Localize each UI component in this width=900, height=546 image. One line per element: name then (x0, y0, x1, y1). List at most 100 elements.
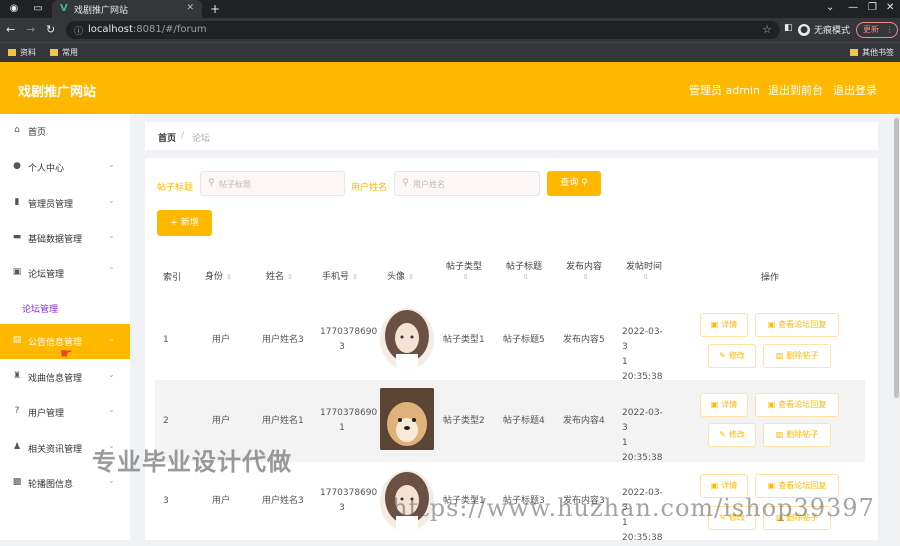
sidepanel-icon[interactable]: ◧ (784, 23, 793, 33)
sidebar-item-label: 轮播图信息 (28, 480, 74, 490)
search-icon: ⚲ (581, 178, 588, 188)
col-post-time[interactable]: 发帖时间 ⇳ (626, 259, 662, 282)
cell-role: 用户 (212, 335, 231, 345)
sidebar-item-label: 首页 (28, 128, 47, 138)
col-actions: 操作 (761, 273, 780, 283)
breadcrumb: 首页 / 论坛 (145, 122, 878, 150)
avatar-image (380, 308, 434, 370)
globe-icon[interactable]: ◉ (8, 3, 20, 15)
person-icon: ♟ (12, 442, 22, 452)
app-title: 戏剧推广网站 (18, 85, 97, 100)
search-icon: ⚲ (402, 178, 409, 188)
sidebar-item-profile[interactable]: ● 个人中心 ⌄ (0, 150, 130, 185)
sidebar-item-opera[interactable]: ♜ 戏曲信息管理 ⌄ (0, 360, 130, 395)
user-name-input[interactable]: ⚲ 用户姓名 (394, 171, 540, 196)
chevron-down-icon[interactable]: ⌄ (826, 2, 834, 13)
bag-icon: ▩ (12, 477, 22, 487)
col-post-type[interactable]: 帖子类型 ⇳ (446, 259, 482, 282)
edit-icon: ▣ (710, 481, 719, 490)
bookmarks-bar: 资料 常用 其他书签 (0, 42, 900, 62)
col-phone[interactable]: 手机号 ⇳ (322, 269, 358, 282)
submenu-forum-manage[interactable]: 论坛管理 (0, 298, 130, 318)
page-scrollbar[interactable] (893, 114, 900, 540)
sidebar-item-label: 戏曲信息管理 (28, 374, 83, 384)
view-replies-button[interactable]: ▣ 查看论坛回复 (755, 313, 839, 337)
plus-icon: + (170, 218, 178, 228)
folder-icon (850, 49, 858, 56)
cell-type: 帖子类型2 (443, 416, 485, 426)
new-tab-icon[interactable]: + (210, 2, 220, 16)
trophy-icon: ♜ (12, 371, 22, 381)
bookmark-star-icon[interactable]: ☆ (762, 23, 772, 36)
close-tab-icon[interactable]: ✕ (186, 3, 194, 13)
view-replies-button[interactable]: ▣ 查看论坛回复 (755, 393, 839, 417)
cell-title: 帖子标题4 (503, 416, 545, 426)
chevron-down-icon: ⌄ (108, 196, 115, 205)
cell-type: 帖子类型1 (443, 335, 485, 345)
maximize-icon[interactable]: ❐ (868, 2, 877, 13)
col-content[interactable]: 发布内容 ⇳ (566, 259, 602, 282)
app-header: 戏剧推广网站 管理员 admin 退出到前台 退出登录 (0, 62, 900, 114)
sort-icon: ⇳ (287, 273, 293, 281)
submenu-label: 论坛管理 (22, 305, 59, 315)
back-icon[interactable]: ← (6, 23, 15, 36)
update-button[interactable]: 更新 ⋮ (856, 22, 898, 38)
admin-label: 管理员 admin (689, 84, 760, 97)
minimize-icon[interactable]: — (848, 2, 858, 13)
bookmark-folder-2[interactable]: 常用 (50, 47, 78, 58)
add-button[interactable]: + 新增 (157, 210, 212, 236)
reload-icon[interactable]: ↻ (46, 23, 55, 36)
edit-icon: ▣ (710, 320, 719, 329)
col-avatar[interactable]: 头像 ⇳ (387, 269, 414, 282)
monitor-icon: ▬ (12, 232, 22, 242)
profile-label[interactable]: 无痕模式 (814, 23, 850, 36)
sort-icon: ⇳ (642, 273, 649, 281)
add-label: 新增 (180, 218, 199, 228)
forum-icon: ▣ (12, 267, 22, 277)
sidebar-item-admin[interactable]: ▮ 管理员管理 ⌄ (0, 186, 130, 221)
bookmark-folder-1[interactable]: 资料 (8, 47, 36, 58)
trash-icon: ▥ (775, 351, 784, 360)
scrollbar-thumb[interactable] (894, 118, 899, 398)
delete-button[interactable]: ▥ 删除帖子 (763, 344, 831, 368)
cell-index: 2 (163, 416, 169, 426)
edit-icon: ▣ (767, 481, 776, 490)
chevron-down-icon: ⌄ (108, 160, 115, 169)
col-role[interactable]: 身份 ⇳ (205, 269, 232, 282)
cell-title: 帖子标题5 (503, 335, 545, 345)
sort-icon: ⇳ (226, 273, 232, 281)
query-button[interactable]: 查询 ⚲ (547, 171, 601, 196)
close-window-icon[interactable]: ✕ (886, 2, 894, 13)
cell-phone: 1770378690 3 (320, 488, 378, 513)
detail-button[interactable]: ▣ 详情 (700, 393, 748, 417)
logout-link[interactable]: 退出登录 (833, 82, 877, 98)
cell-role: 用户 (212, 416, 231, 426)
user-name-label: 用户姓名 (351, 183, 388, 193)
back-to-front-link[interactable]: 退出到前台 (768, 82, 823, 98)
sidebar-item-basedata[interactable]: ▬ 基础数据管理 ⌄ (0, 221, 130, 256)
detail-button[interactable]: ▣ 详情 (700, 313, 748, 337)
other-bookmarks[interactable]: 其他书签 (850, 47, 894, 58)
col-name[interactable]: 姓名 ⇳ (266, 269, 293, 282)
sidebar-item-label: 管理员管理 (28, 200, 74, 210)
edit-icon: ▣ (767, 400, 776, 409)
sidebar-item-label: 基础数据管理 (28, 235, 83, 245)
window-icon[interactable]: ▭ (32, 3, 44, 15)
cell-content: 发布内容4 (563, 416, 605, 426)
delete-button[interactable]: ▥ 删除帖子 (763, 423, 831, 447)
sidebar-item-home[interactable]: ⌂ 首页 (0, 114, 130, 149)
forward-icon[interactable]: → (26, 23, 35, 36)
col-post-title[interactable]: 帖子标题 ⇳ (506, 259, 542, 282)
edit-button[interactable]: ✎ 修改 (708, 344, 756, 368)
post-title-input[interactable]: ⚲ 帖子标题 (200, 171, 345, 196)
breadcrumb-home[interactable]: 首页 (158, 131, 176, 144)
folder-icon (8, 49, 16, 56)
info-icon[interactable]: ⓘ (74, 24, 83, 37)
browser-navbar: ← → ↻ ⓘ localhost:8081/#/forum ☆ ◧ ● 无痕模… (0, 18, 900, 42)
browser-tab[interactable]: V 戏剧推广网站 ✕ (52, 0, 202, 18)
address-bar[interactable]: ⓘ localhost:8081/#/forum ☆ (66, 21, 780, 39)
edit-button[interactable]: ✎ 修改 (708, 423, 756, 447)
sidebar-item-users[interactable]: ? 用户管理 ⌄ (0, 395, 130, 430)
sidebar-item-forum[interactable]: ▣ 论坛管理 ⌃ (0, 256, 130, 291)
placeholder-text: 帖子标题 (219, 180, 251, 189)
